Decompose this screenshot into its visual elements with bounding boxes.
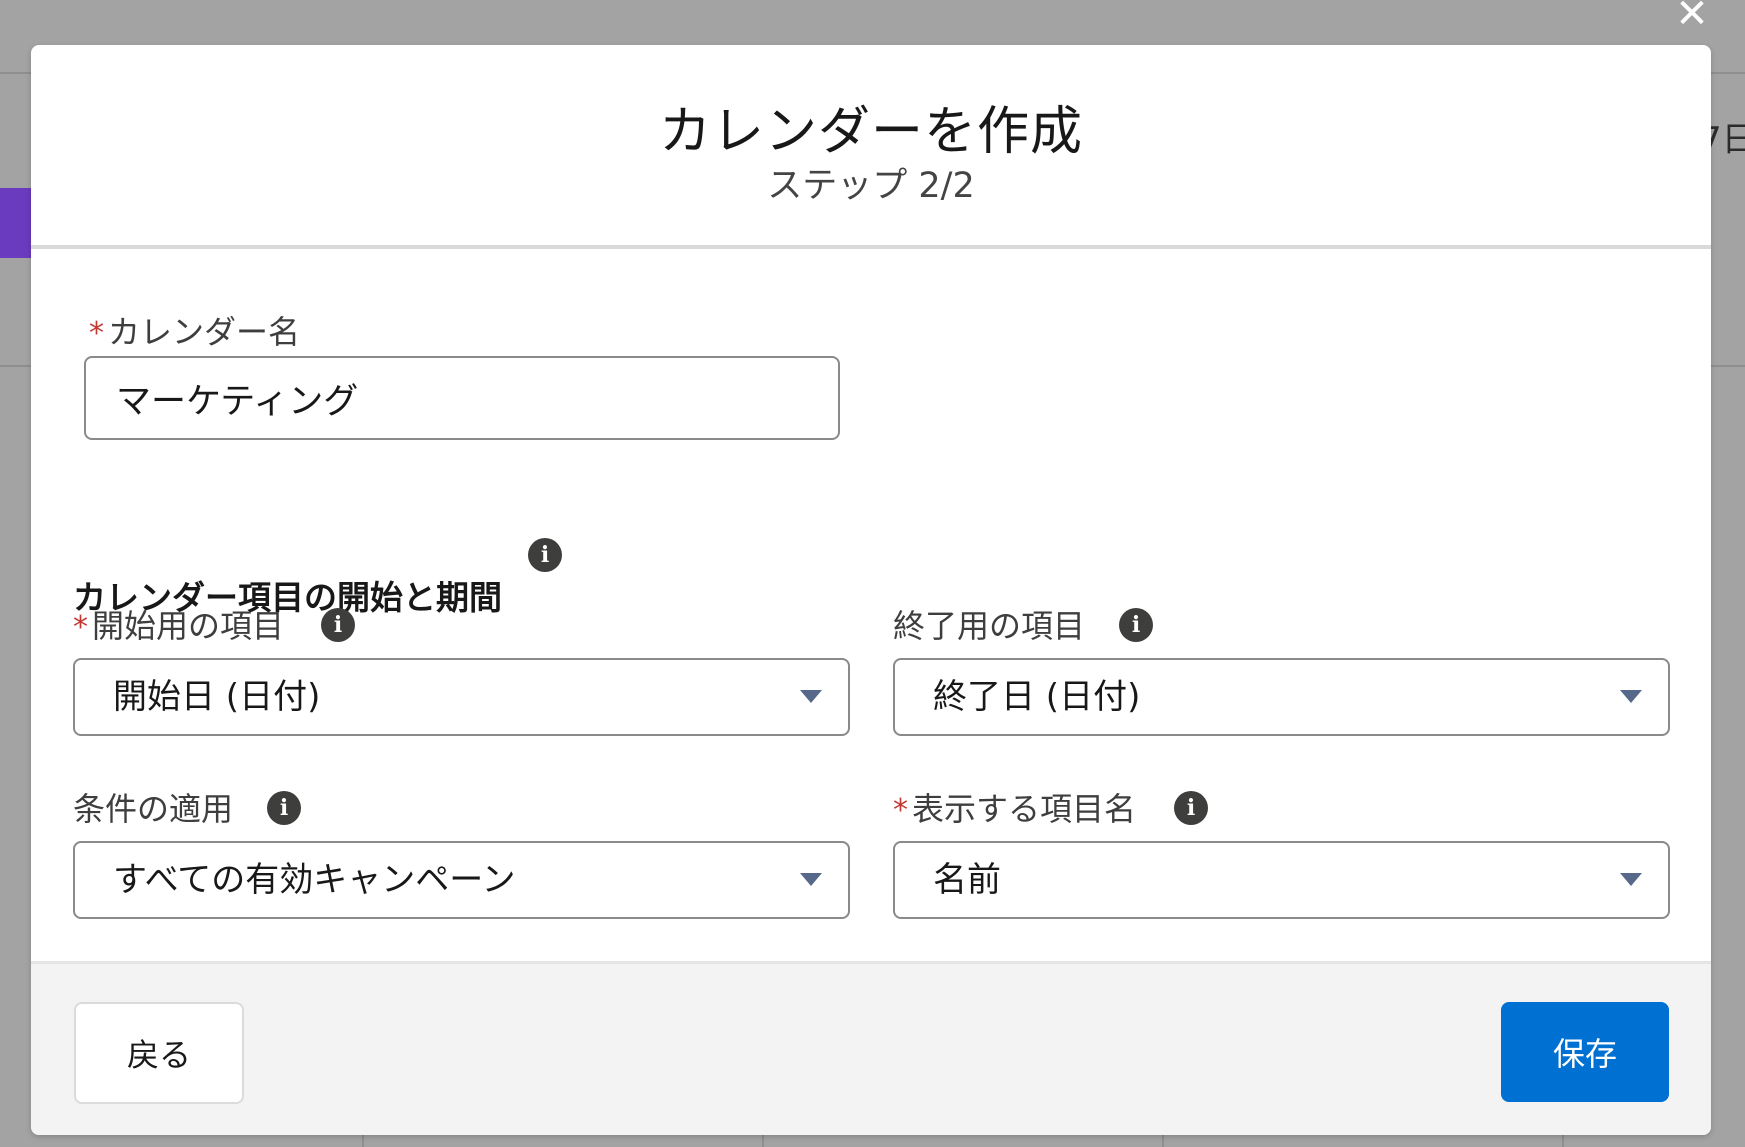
required-marker: * (89, 316, 104, 351)
display-field-label-text: 表示する項目名 (912, 790, 1137, 828)
end-field-select[interactable]: 終了日 (日付) (893, 658, 1670, 736)
end-field-label: 終了用の項目 (893, 601, 1085, 647)
info-icon[interactable]: i (267, 791, 301, 825)
filter-label: 条件の適用 (73, 784, 233, 830)
chevron-down-icon (1620, 690, 1642, 703)
step-indicator: ステップ 2/2 (767, 166, 975, 206)
back-button[interactable]: 戻る (74, 1002, 244, 1104)
dialog-footer: 戻る 保存 (31, 961, 1711, 1135)
display-field-select[interactable]: 名前 (893, 841, 1670, 919)
create-calendar-dialog: カレンダーを作成 ステップ 2/2 *カレンダー名 カレンダー項目の開始と期間 … (31, 45, 1711, 1135)
filter-value: すべての有効キャンペーン (113, 860, 516, 900)
chevron-down-icon (1620, 873, 1642, 886)
start-field-select[interactable]: 開始日 (日付) (73, 658, 850, 736)
calendar-name-input[interactable] (84, 356, 840, 440)
filter-label-text: 条件の適用 (73, 790, 234, 828)
start-field-label-text: 開始用の項目 (92, 607, 285, 645)
display-field-label: * 表示する項目名 (893, 784, 1136, 830)
dialog-title: カレンダーを作成 (658, 102, 1083, 162)
end-field-label-text: 終了用の項目 (893, 607, 1086, 645)
start-field-value: 開始日 (日付) (113, 677, 321, 717)
chevron-down-icon (800, 873, 822, 886)
chevron-down-icon (800, 690, 822, 703)
dialog-header: カレンダーを作成 ステップ 2/2 (31, 45, 1711, 249)
info-icon[interactable]: i (1119, 608, 1153, 642)
info-icon[interactable]: i (321, 608, 355, 642)
calendar-name-label-text: カレンダー名 (108, 313, 301, 351)
save-button[interactable]: 保存 (1501, 1002, 1669, 1102)
display-field-value: 名前 (933, 860, 1001, 900)
start-field-label: * 開始用の項目 (73, 601, 284, 647)
calendar-name-label: * カレンダー名 (89, 307, 300, 353)
required-marker: * (893, 793, 908, 828)
required-marker: * (73, 610, 88, 645)
info-icon[interactable]: i (528, 538, 562, 572)
close-icon[interactable]: ✕ (1672, 0, 1712, 34)
filter-select[interactable]: すべての有効キャンペーン (73, 841, 850, 919)
background-event-bar (0, 188, 31, 258)
info-icon[interactable]: i (1174, 791, 1208, 825)
end-field-value: 終了日 (日付) (933, 677, 1141, 717)
